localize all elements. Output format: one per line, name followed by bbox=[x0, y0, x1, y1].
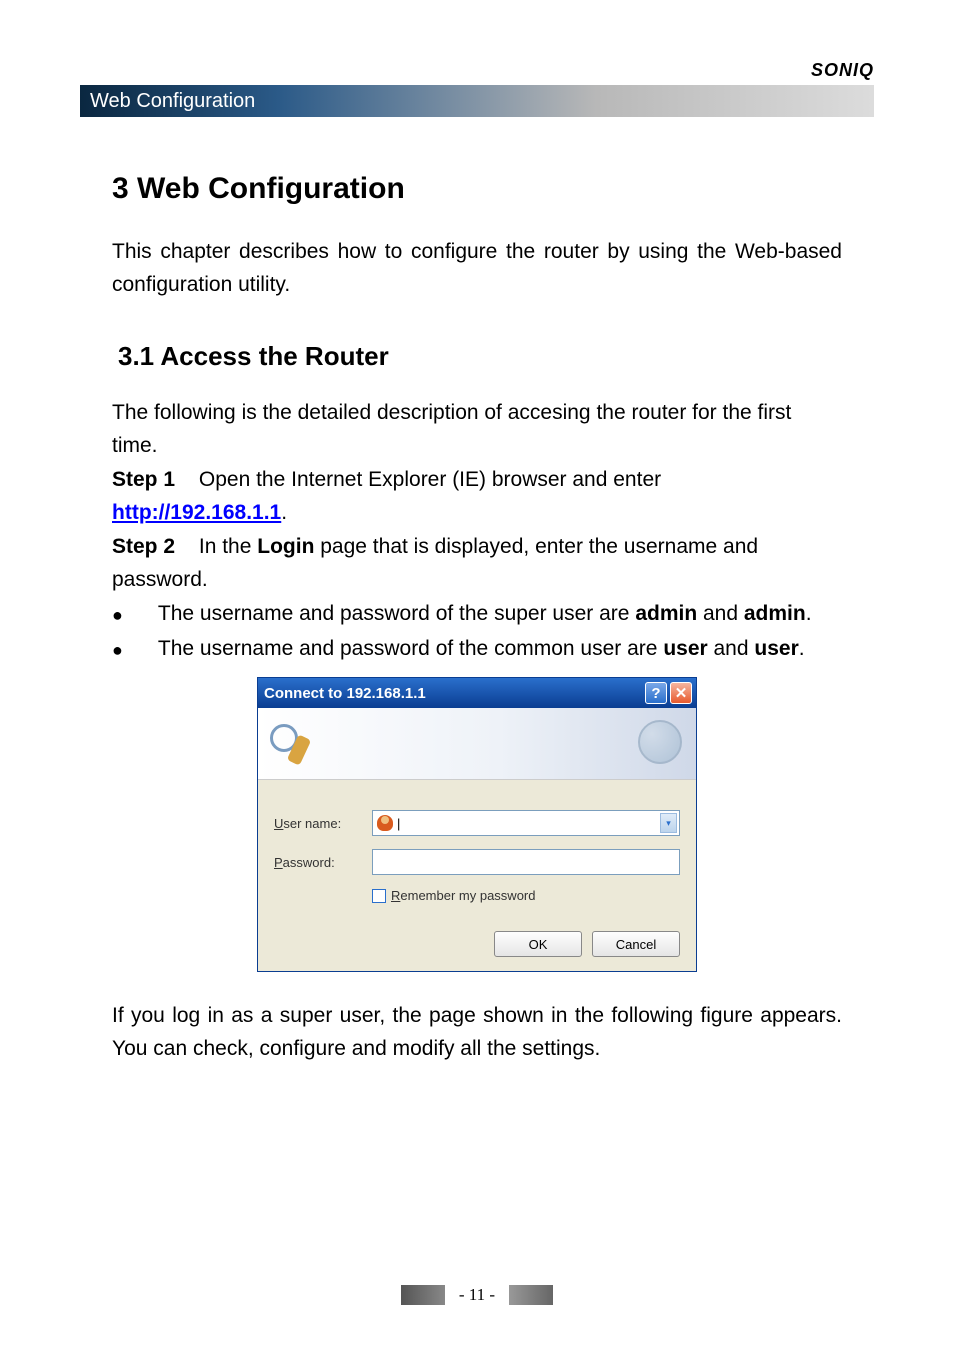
ok-button[interactable]: OK bbox=[494, 931, 582, 957]
step-1: Step 1 Open the Internet Explorer (IE) b… bbox=[112, 464, 842, 529]
chapter-heading: 3 Web Configuration bbox=[112, 172, 842, 206]
step-2-label: Step 2 bbox=[112, 535, 175, 558]
close-button[interactable]: ✕ bbox=[670, 682, 692, 704]
bullet-2: ● The username and password of the commo… bbox=[112, 633, 842, 666]
password-input[interactable] bbox=[372, 849, 680, 875]
cancel-button[interactable]: Cancel bbox=[592, 931, 680, 957]
bullet2-b1: user bbox=[663, 637, 707, 660]
page-number: - 11 - bbox=[459, 1285, 495, 1305]
brand-logo: soniq bbox=[80, 60, 874, 81]
section-heading: 3.1 Access the Router bbox=[118, 341, 842, 372]
step-1-text-b: . bbox=[281, 501, 287, 524]
bullet-dot: ● bbox=[112, 637, 123, 666]
bullet-dot: ● bbox=[112, 602, 123, 631]
bullet2-d: . bbox=[799, 637, 805, 660]
bullet1-b1: admin bbox=[635, 602, 697, 625]
globe-icon bbox=[638, 720, 686, 768]
chapter-intro: This chapter describes how to configure … bbox=[112, 236, 842, 301]
section-intro: The following is the detailed descriptio… bbox=[112, 397, 842, 462]
user-icon bbox=[377, 815, 393, 831]
bullet2-c: and bbox=[708, 637, 755, 660]
password-label: Password: bbox=[274, 855, 372, 870]
help-button[interactable]: ? bbox=[645, 682, 667, 704]
bullet-1: ● The username and password of the super… bbox=[112, 598, 842, 631]
dialog-titlebar: Connect to 192.168.1.1 ? ✕ bbox=[258, 678, 696, 708]
step-2: Step 2 In the Login page that is display… bbox=[112, 531, 842, 596]
dialog-title: Connect to 192.168.1.1 bbox=[264, 685, 645, 702]
header-tab-label: Web Configuration bbox=[90, 90, 255, 113]
remember-checkbox[interactable] bbox=[372, 889, 386, 903]
header-bar: Web Configuration bbox=[80, 85, 874, 117]
step-1-label: Step 1 bbox=[112, 468, 175, 491]
dialog-banner bbox=[258, 708, 696, 780]
username-label: User name: bbox=[274, 816, 372, 831]
username-value: | bbox=[397, 816, 660, 831]
bullet1-c: and bbox=[697, 602, 744, 625]
page-footer: - 11 - bbox=[0, 1285, 954, 1305]
chevron-down-icon[interactable]: ▾ bbox=[660, 813, 677, 833]
step-2-text-a: In the bbox=[199, 535, 257, 558]
footer-decor-left bbox=[401, 1285, 445, 1305]
bullet1-b2: admin bbox=[744, 602, 806, 625]
bullet1-a: The username and password of the super u… bbox=[158, 602, 635, 625]
post-dialog-text: If you log in as a super user, the page … bbox=[112, 1000, 842, 1065]
login-dialog: Connect to 192.168.1.1 ? ✕ User name: bbox=[257, 677, 697, 972]
bullet2-a: The username and password of the common … bbox=[158, 637, 663, 660]
keys-icon bbox=[268, 720, 316, 768]
bullet2-b2: user bbox=[754, 637, 798, 660]
step-2-bold: Login bbox=[257, 535, 314, 558]
bullet1-d: . bbox=[806, 602, 812, 625]
remember-row[interactable]: Remember my password bbox=[372, 888, 680, 903]
username-combobox[interactable]: | ▾ bbox=[372, 810, 680, 836]
router-url-link[interactable]: http://192.168.1.1 bbox=[112, 501, 281, 524]
remember-label: Remember my password bbox=[391, 888, 536, 903]
step-1-text-a: Open the Internet Explorer (IE) browser … bbox=[199, 468, 661, 491]
footer-decor-right bbox=[509, 1285, 553, 1305]
